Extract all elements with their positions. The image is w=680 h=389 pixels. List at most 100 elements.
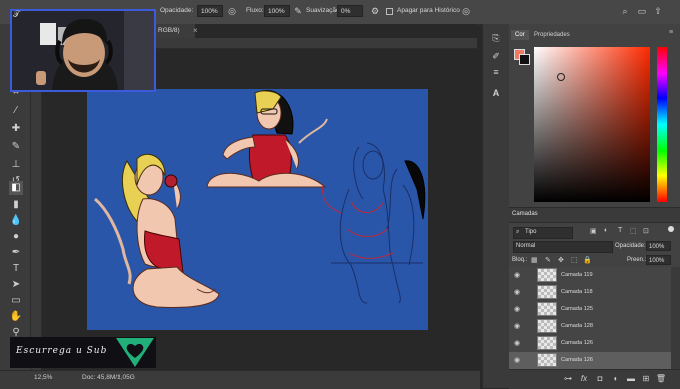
layer-kind-filter[interactable]: ⌕ Tipo bbox=[513, 227, 573, 239]
tab-properties[interactable]: Propriedades bbox=[534, 32, 570, 38]
figure-sketch-right bbox=[322, 142, 426, 304]
adjustments-icon[interactable]: ≡ bbox=[490, 66, 502, 78]
layer-row[interactable]: ◉ Camada 126 bbox=[509, 335, 671, 353]
filter-shape-icon[interactable]: ⬚ bbox=[630, 227, 637, 235]
eye-icon[interactable]: ◉ bbox=[514, 356, 520, 364]
filter-smart-icon[interactable]: ⊡ bbox=[643, 227, 649, 235]
color-field[interactable] bbox=[534, 47, 650, 202]
layer-name: Camada 118 bbox=[561, 289, 593, 295]
pressure-opacity-icon[interactable]: ◎ bbox=[226, 5, 238, 17]
lock-all-icon[interactable]: 🔒 bbox=[583, 256, 592, 264]
brush-icon[interactable]: ✎ bbox=[9, 140, 23, 154]
panel-dock-icons: ⎘ ✐ ≡ A bbox=[482, 24, 510, 388]
eye-icon[interactable]: ◉ bbox=[514, 271, 520, 279]
figure-sitting-center bbox=[206, 90, 328, 188]
lock-paint-icon[interactable]: ✎ bbox=[545, 256, 551, 264]
shape-icon[interactable]: ▭ bbox=[9, 294, 23, 308]
hand-icon[interactable]: ✋ bbox=[9, 310, 23, 324]
search-icon: ⌕ bbox=[516, 229, 520, 235]
folder-icon[interactable]: ▬ bbox=[625, 373, 637, 385]
blur-icon[interactable]: 💧 bbox=[9, 214, 23, 228]
fill-label: Preen.: bbox=[627, 257, 647, 263]
document-tab[interactable]: RGB/8) bbox=[155, 24, 195, 38]
trash-icon[interactable]: 🗑 bbox=[655, 373, 667, 385]
close-icon[interactable]: × bbox=[193, 24, 203, 38]
new-layer-icon[interactable]: ⊞ bbox=[640, 373, 652, 385]
layer-row[interactable]: ◉ Camada 118 bbox=[509, 284, 671, 302]
webcam-image bbox=[12, 11, 154, 90]
pressure-size-icon[interactable]: ◎ bbox=[460, 5, 472, 17]
gradient-icon[interactable]: ▮ bbox=[9, 198, 23, 212]
opacity-label: Opacidade: bbox=[160, 7, 194, 14]
layer-thumbnail bbox=[537, 285, 557, 299]
filter-toggle-icon[interactable] bbox=[668, 226, 674, 232]
eye-icon[interactable]: ◉ bbox=[514, 288, 520, 296]
erase-history-checkbox[interactable] bbox=[386, 8, 393, 15]
panel-menu-icon[interactable]: ≡ bbox=[669, 29, 673, 36]
search-icon[interactable]: ⌕ bbox=[619, 5, 631, 17]
ruler-vertical bbox=[31, 48, 42, 376]
smoothing-field[interactable]: 0% bbox=[337, 5, 363, 17]
layer-thumbnail bbox=[537, 336, 557, 350]
mask-icon[interactable]: ◘ bbox=[594, 373, 606, 385]
filter-adjustment-icon[interactable]: ◐ bbox=[604, 227, 608, 234]
healing-icon[interactable]: ✚ bbox=[9, 122, 23, 136]
opacity-field[interactable]: 100% bbox=[197, 5, 223, 17]
lock-pixels-icon[interactable]: ▦ bbox=[531, 256, 538, 264]
fill-field[interactable]: 100% bbox=[646, 255, 671, 265]
layer-row[interactable]: ◉ Camada 128 bbox=[509, 318, 671, 336]
filter-type-icon[interactable]: T bbox=[618, 227, 622, 234]
pen-icon[interactable]: ✒ bbox=[9, 246, 23, 260]
layer-opacity-field[interactable]: 100% bbox=[646, 241, 671, 251]
character-icon[interactable]: A bbox=[490, 87, 502, 99]
layers-footer: ⊶ fx ◘ ◐ ▬ ⊞ 🗑 bbox=[509, 369, 680, 389]
hue-slider[interactable] bbox=[657, 47, 667, 202]
color-picker-ring[interactable] bbox=[557, 73, 565, 81]
tab-layers[interactable]: Camadas bbox=[512, 211, 538, 217]
workspace-icon[interactable]: ▭ bbox=[636, 5, 648, 17]
airbrush-icon[interactable]: ✎ bbox=[292, 5, 304, 17]
layer-name: Camada 126 bbox=[561, 357, 594, 363]
flow-field[interactable]: 100% bbox=[264, 5, 290, 17]
gear-icon[interactable]: ⚙ bbox=[369, 5, 381, 17]
layer-name: Camada 119 bbox=[561, 272, 593, 278]
eraser-icon[interactable]: ◧ bbox=[9, 181, 23, 195]
canvas[interactable] bbox=[87, 89, 428, 330]
layers-scrollbar[interactable] bbox=[671, 267, 680, 369]
lock-label: Bloq.: bbox=[512, 257, 528, 263]
brush-settings-icon[interactable]: ✐ bbox=[490, 50, 502, 62]
webcam-overlay bbox=[10, 9, 156, 92]
type-icon[interactable]: T bbox=[9, 262, 23, 276]
dodge-icon[interactable]: ● bbox=[9, 230, 23, 244]
layer-row-selected[interactable]: ◉ Camada 126 bbox=[509, 352, 671, 370]
heart-logo-icon bbox=[116, 338, 154, 367]
status-arrow-icon[interactable]: › bbox=[118, 373, 120, 380]
filter-pixel-icon[interactable]: ▣ bbox=[590, 227, 597, 235]
share-icon[interactable]: ⇧ bbox=[652, 5, 664, 17]
fx-icon[interactable]: fx bbox=[578, 373, 590, 385]
zoom-level[interactable]: 12,5% bbox=[34, 374, 52, 381]
status-bar bbox=[0, 370, 480, 389]
layer-opacity-label: Opacidade: bbox=[615, 243, 646, 249]
erase-history-label: Apagar para Histórico bbox=[397, 7, 460, 14]
eye-icon[interactable]: ◉ bbox=[514, 339, 520, 347]
eye-icon[interactable]: ◉ bbox=[514, 305, 520, 313]
history-icon[interactable]: ⎘ bbox=[490, 32, 502, 44]
blend-mode-select[interactable]: Normal bbox=[513, 241, 613, 253]
eyedropper-icon[interactable]: ⁄ bbox=[9, 104, 23, 118]
tab-color[interactable]: Cor bbox=[511, 30, 529, 40]
layer-row[interactable]: ◉ Camada 125 bbox=[509, 301, 671, 319]
layer-kind-label: Tipo bbox=[525, 229, 537, 235]
lock-position-icon[interactable]: ✥ bbox=[558, 256, 564, 264]
eye-icon[interactable]: ◉ bbox=[514, 322, 520, 330]
background-color-swatch[interactable] bbox=[519, 54, 530, 65]
brand-text: Escurrega u Sub bbox=[16, 346, 108, 356]
stamp-icon[interactable]: ⊥ bbox=[9, 158, 23, 172]
layer-thumbnail bbox=[537, 302, 557, 316]
document-info: Doc: 45,8M/1,05G bbox=[82, 374, 135, 381]
path-select-icon[interactable]: ➤ bbox=[9, 278, 23, 292]
adjustment-layer-icon[interactable]: ◐ bbox=[610, 373, 622, 385]
lock-artboard-icon[interactable]: ⬚ bbox=[571, 256, 578, 264]
link-icon[interactable]: ⊶ bbox=[562, 373, 574, 385]
layer-row[interactable]: ◉ Camada 119 bbox=[509, 267, 671, 285]
